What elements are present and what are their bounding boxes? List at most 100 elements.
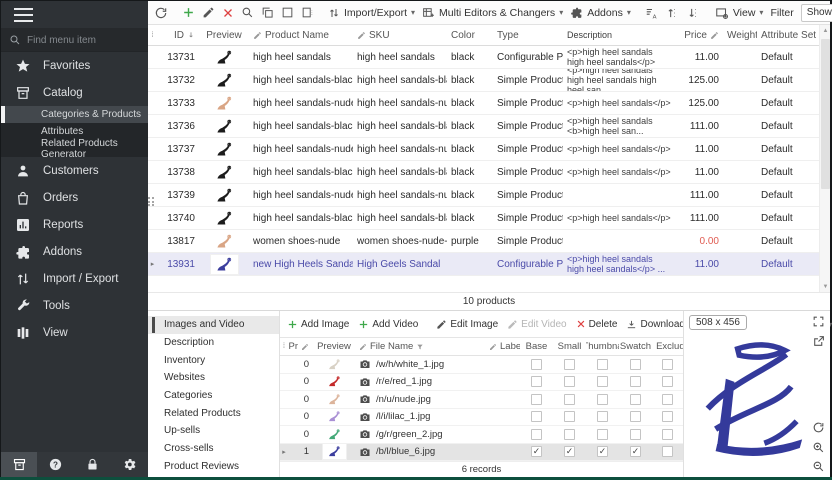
swatch-checkbox[interactable] <box>630 359 641 370</box>
help-button[interactable]: ? <box>37 452 74 477</box>
lock-button[interactable] <box>74 452 111 477</box>
exclude-checkbox[interactable] <box>662 429 673 440</box>
thumbnail-checkbox[interactable] <box>597 359 608 370</box>
scroll-up-arrow[interactable]: ▲ <box>820 25 831 36</box>
sidebar-item-orders[interactable]: Orders <box>1 184 148 211</box>
thumbnail-checkbox[interactable] <box>597 429 608 440</box>
table-row[interactable]: 13737 high heel sandals-nude-36 high hee… <box>148 138 819 161</box>
image-row[interactable]: 0 /n/u/nude.jpg <box>280 391 683 409</box>
table-row[interactable]: 13739 high heel sandals-nude-37 high hee… <box>148 184 819 207</box>
column-header-label[interactable]: Label <box>489 341 520 352</box>
duplicate-button[interactable] <box>261 6 274 19</box>
column-config-icon[interactable]: ⁞ <box>148 25 157 45</box>
thumbnail-checkbox[interactable] <box>597 376 608 387</box>
sidebar-item-categories-products[interactable]: Categories & Products <box>1 106 148 123</box>
sidebar-item-import-export[interactable]: Import / Export <box>1 265 148 292</box>
image-row-selected[interactable]: ▸ 1 /b/l/blue_6.jpg ✓ ✓ ✓ ✓ <box>280 444 683 462</box>
addons-menu[interactable]: Addons▾ <box>570 6 631 19</box>
delete-product-button[interactable] <box>222 7 234 19</box>
small-checkbox[interactable] <box>564 359 575 370</box>
exclude-checkbox[interactable] <box>662 376 673 387</box>
image-row[interactable]: 0 /l/i/lilac_1.jpg <box>280 409 683 427</box>
table-row[interactable]: 13736 high heel sandals-black-36 high he… <box>148 115 819 138</box>
fullscreen-button[interactable] <box>812 315 825 328</box>
tab-inventory[interactable]: Inventory <box>148 351 279 369</box>
thumbnail-checkbox[interactable] <box>597 411 608 422</box>
delete-image-button[interactable]: Delete <box>576 319 618 330</box>
tab-cross-sells[interactable]: Cross-sells <box>148 440 279 458</box>
sidebar-item-catalog[interactable]: Catalog <box>1 79 148 106</box>
paste-special-button[interactable] <box>301 6 314 19</box>
column-header-preview[interactable]: Preview <box>317 341 351 352</box>
settings-button[interactable] <box>111 452 148 477</box>
row-drag-handle[interactable] <box>148 197 156 207</box>
hamburger-menu-button[interactable] <box>1 1 148 29</box>
thumbnail-checkbox[interactable] <box>597 394 608 405</box>
add-video-button[interactable]: Add Video <box>358 319 418 330</box>
column-header-price[interactable]: Price <box>684 30 719 41</box>
sidebar-item-customers[interactable]: Customers <box>1 157 148 184</box>
column-header-thumbnail[interactable]: Thumbna <box>586 341 619 352</box>
column-header-product-name[interactable]: Product Name <box>253 30 329 41</box>
grid-vertical-scrollbar[interactable]: ▲ ▼ <box>819 25 830 292</box>
tab-images-and-video[interactable]: Images and Video <box>148 316 279 334</box>
column-header-sku[interactable]: SKU <box>357 30 390 41</box>
table-row[interactable]: 13733 high heel sandals-nude high heel s… <box>148 92 819 115</box>
sidebar-item-addons[interactable]: Addons <box>1 238 148 265</box>
swatch-checkbox[interactable]: ✓ <box>630 446 641 457</box>
sidebar-item-reports[interactable]: Reports <box>1 211 148 238</box>
column-header-weight[interactable]: Weight <box>727 30 757 41</box>
exclude-checkbox[interactable] <box>662 446 673 457</box>
column-header-id[interactable]: ID <box>174 30 195 41</box>
refresh-button[interactable] <box>154 6 168 20</box>
tab-categories[interactable]: Categories <box>148 387 279 405</box>
column-header-type[interactable]: Type <box>497 30 519 41</box>
swatch-checkbox[interactable] <box>630 394 641 405</box>
search-products-button[interactable] <box>241 6 254 19</box>
base-checkbox[interactable] <box>531 411 542 422</box>
sidebar-item-related-products-generator[interactable]: Related Products Generator <box>1 140 148 157</box>
small-checkbox[interactable] <box>564 394 575 405</box>
expand-rows-button[interactable] <box>666 6 680 20</box>
small-checkbox[interactable]: ✓ <box>564 446 575 457</box>
add-product-button[interactable] <box>182 6 195 19</box>
base-checkbox[interactable] <box>531 429 542 440</box>
table-row[interactable]: 13731 high heel sandals high heel sandal… <box>148 46 819 69</box>
import-export-menu[interactable]: Import/Export▾ <box>328 7 415 19</box>
table-row[interactable]: 13740 high heel sandals-black-38 high he… <box>148 207 819 230</box>
collapse-rows-button[interactable] <box>687 6 701 20</box>
table-row[interactable]: 13738 high heel sandals-black-37 high he… <box>148 161 819 184</box>
swatch-checkbox[interactable] <box>630 376 641 387</box>
checkbox-select-button[interactable] <box>281 6 294 19</box>
column-header-color[interactable]: Color <box>451 30 475 41</box>
exclude-checkbox[interactable] <box>662 359 673 370</box>
edit-product-button[interactable] <box>202 6 215 19</box>
image-row[interactable]: 0 /r/e/red_1.jpg <box>280 374 683 392</box>
table-row-selected[interactable]: ▸ 13931 new High Heels Sandals High Geel… <box>148 253 819 276</box>
edit-image-button[interactable]: Edit Image <box>436 319 498 330</box>
column-header-attribute-set[interactable]: Attribute Set Name <box>761 30 819 41</box>
tab-up-sells[interactable]: Up-sells <box>148 422 279 440</box>
image-row[interactable]: 0 /w/h/white_1.jpg <box>280 356 683 374</box>
filter-select[interactable]: Show products from selected categories ▾ <box>801 4 832 22</box>
store-button[interactable] <box>1 452 37 477</box>
table-row[interactable]: 13732 high heel sandals-black high heel … <box>148 69 819 92</box>
thumbnail-checkbox[interactable]: ✓ <box>597 446 608 457</box>
base-checkbox[interactable]: ✓ <box>531 446 542 457</box>
menu-search-input[interactable] <box>27 35 127 46</box>
add-image-button[interactable]: Add Image <box>287 319 349 330</box>
column-header-swatch[interactable]: Swatch <box>620 341 651 352</box>
view-menu[interactable]: View▾ <box>715 6 764 20</box>
table-row[interactable]: 13817 women shoes-nude women shoes-nude-… <box>148 230 819 253</box>
image-row[interactable]: 0 /g/r/green_2.jpg <box>280 426 683 444</box>
column-header-file-name[interactable]: File Name <box>359 341 424 352</box>
edit-video-button[interactable]: Edit Video <box>507 319 566 330</box>
zoom-out-button[interactable] <box>812 460 825 473</box>
exclude-checkbox[interactable] <box>662 394 673 405</box>
base-checkbox[interactable] <box>531 376 542 387</box>
small-checkbox[interactable] <box>564 376 575 387</box>
tab-description[interactable]: Description <box>148 334 279 352</box>
swatch-checkbox[interactable] <box>630 411 641 422</box>
scroll-down-arrow[interactable]: ▼ <box>820 281 831 292</box>
sort-columns-button[interactable]: A <box>645 6 659 20</box>
